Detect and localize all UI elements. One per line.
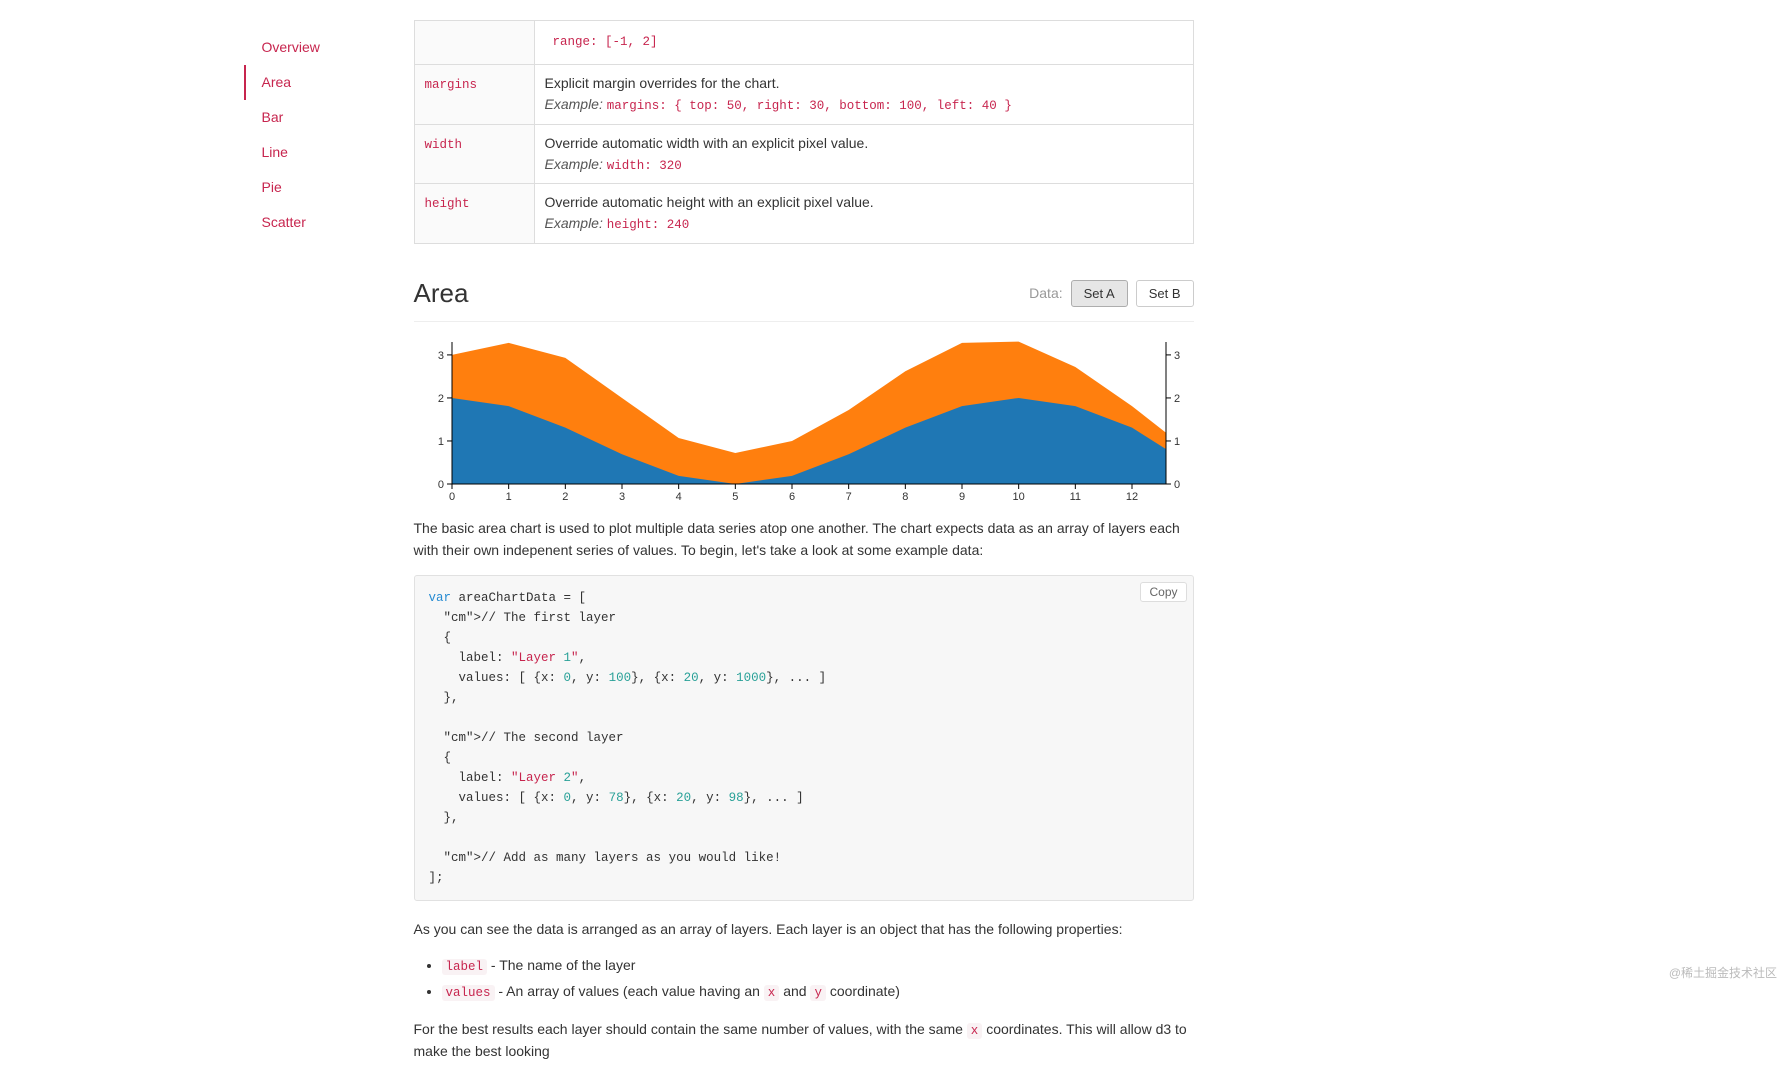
svg-text:7: 7 xyxy=(845,491,851,503)
copy-button[interactable]: Copy xyxy=(1140,582,1186,602)
nav-scatter[interactable]: Scatter xyxy=(244,205,404,240)
prop-values: values - An array of values (each value … xyxy=(442,981,1194,1003)
svg-text:1: 1 xyxy=(505,491,511,503)
option-key-truncated xyxy=(414,21,534,65)
svg-text:8: 8 xyxy=(902,491,908,503)
svg-text:0: 0 xyxy=(437,479,443,491)
data-label: Data: xyxy=(1029,283,1062,304)
option-desc-margins: Explicit margin overrides for the chart. xyxy=(545,73,1183,94)
option-desc-truncated: range: [-1, 2] xyxy=(534,21,1193,65)
prop-values-desc-1: - An array of values (each value having … xyxy=(495,983,764,999)
prop-values-key: values xyxy=(442,985,495,1001)
prop-values-desc-3: coordinate) xyxy=(826,983,900,999)
option-desc-width: Override automatic width with an explici… xyxy=(545,133,1183,154)
svg-text:12: 12 xyxy=(1125,491,1137,503)
prop-values-y: y xyxy=(810,985,826,1001)
prop-values-x: x xyxy=(764,985,780,1001)
example-label: Example: xyxy=(545,96,603,112)
footer-text-1: For the best results each layer should c… xyxy=(414,1021,967,1037)
prop-label-key: label xyxy=(442,959,488,975)
example-label: Example: xyxy=(545,215,603,231)
svg-text:11: 11 xyxy=(1069,491,1080,503)
options-table: range: [-1, 2] margins Explicit margin o… xyxy=(414,20,1194,244)
svg-text:1: 1 xyxy=(1174,436,1180,448)
sidebar-nav: Overview Area Bar Line Pie Scatter xyxy=(244,20,404,1077)
svg-text:0: 0 xyxy=(1174,479,1180,491)
prop-label-desc: - The name of the layer xyxy=(487,957,635,973)
svg-text:10: 10 xyxy=(1012,491,1024,503)
area-intro-paragraph: The basic area chart is used to plot mul… xyxy=(414,518,1194,561)
svg-text:1: 1 xyxy=(437,436,443,448)
option-key-width: width xyxy=(425,138,463,152)
prop-values-desc-2: and xyxy=(779,983,810,999)
set-a-button[interactable]: Set A xyxy=(1071,280,1128,307)
svg-text:3: 3 xyxy=(437,350,443,362)
option-key-height: height xyxy=(425,197,470,211)
code-example-block: Copy var areaChartData = [ "cm">// The f… xyxy=(414,575,1194,901)
nav-line[interactable]: Line xyxy=(244,135,404,170)
footer-x: x xyxy=(967,1023,983,1039)
svg-text:6: 6 xyxy=(788,491,794,503)
footer-paragraph: For the best results each layer should c… xyxy=(414,1019,1194,1063)
set-b-button[interactable]: Set B xyxy=(1136,280,1194,307)
example-code-width: width: 320 xyxy=(607,159,682,173)
option-example-truncated: range: [-1, 2] xyxy=(553,35,658,49)
area-chart: 012301230123456789101112 xyxy=(414,334,1194,510)
nav-area[interactable]: Area xyxy=(244,65,404,100)
section-heading-area: Area xyxy=(414,274,469,313)
prop-label: label - The name of the layer xyxy=(442,955,1194,977)
svg-text:2: 2 xyxy=(1174,393,1180,405)
svg-text:5: 5 xyxy=(732,491,738,503)
option-key-margins: margins xyxy=(425,78,478,92)
example-code-height: height: 240 xyxy=(607,218,690,232)
svg-text:3: 3 xyxy=(618,491,624,503)
svg-text:9: 9 xyxy=(958,491,964,503)
option-desc-height: Override automatic height with an explic… xyxy=(545,192,1183,213)
example-code-margins: margins: { top: 50, right: 30, bottom: 1… xyxy=(607,99,1012,113)
after-code-paragraph: As you can see the data is arranged as a… xyxy=(414,919,1194,941)
svg-text:0: 0 xyxy=(448,491,454,503)
watermark: @稀土掘金技术社区 xyxy=(1669,964,1777,982)
svg-text:2: 2 xyxy=(562,491,568,503)
main-content: range: [-1, 2] margins Explicit margin o… xyxy=(404,20,1204,1077)
nav-pie[interactable]: Pie xyxy=(244,170,404,205)
nav-overview[interactable]: Overview xyxy=(244,30,404,65)
svg-text:4: 4 xyxy=(675,491,681,503)
nav-bar[interactable]: Bar xyxy=(244,100,404,135)
property-list: label - The name of the layer values - A… xyxy=(442,955,1194,1003)
example-label: Example: xyxy=(545,156,603,172)
svg-text:3: 3 xyxy=(1174,350,1180,362)
svg-text:2: 2 xyxy=(437,393,443,405)
